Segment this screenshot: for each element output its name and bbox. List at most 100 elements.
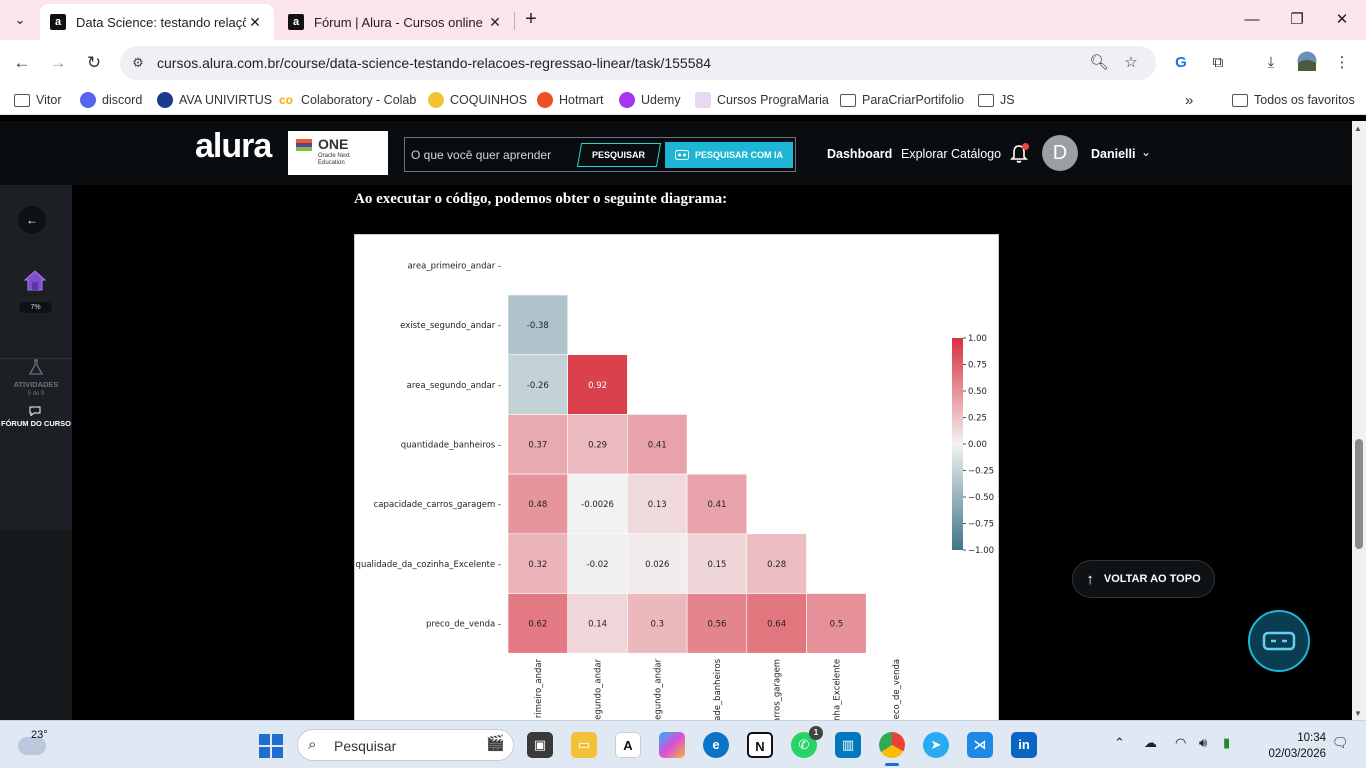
back-button[interactable]: ← xyxy=(9,50,35,76)
bookmark-label: Vitor xyxy=(36,93,62,107)
close-window-button[interactable]: ✕ xyxy=(1330,8,1354,32)
reload-button[interactable]: ↻ xyxy=(81,50,107,76)
linkedin-icon[interactable]: in xyxy=(1011,732,1037,758)
bookmark-vitor[interactable]: Vitor xyxy=(14,90,61,110)
column-tick-label: - arros_garagem xyxy=(773,659,783,720)
battery-icon[interactable]: ▮ xyxy=(1223,735,1230,751)
bookmark-colab[interactable]: co Colaboratory - Colab xyxy=(279,90,416,110)
search-button[interactable]: PESQUISAR xyxy=(576,143,662,167)
one-logo[interactable]: ONE Oracle Next Education xyxy=(288,131,388,175)
menu-kebab-icon[interactable]: ⋮ xyxy=(1330,51,1354,75)
bookmark-udemy[interactable]: Udemy xyxy=(619,90,681,110)
heatmap-value-label: 0.56 xyxy=(707,620,726,630)
extensions-icon[interactable]: ⧉ xyxy=(1206,51,1230,75)
wifi-icon[interactable]: ◠ xyxy=(1175,735,1186,751)
vscode-icon[interactable]: ⋊ xyxy=(967,732,993,758)
clock-date: 02/03/2026 xyxy=(1268,748,1326,760)
translate-icon[interactable]: G xyxy=(1169,51,1193,75)
row-tick-label: capacidade_carros_garagem - xyxy=(374,500,501,510)
colorbar-tick-label: 0.25 xyxy=(968,414,987,424)
bookmark-paracriarportifolio[interactable]: ParaCriarPortifolio xyxy=(840,90,964,110)
scrollbar-thumb[interactable] xyxy=(1355,439,1363,549)
search-button-label: PESQUISAR xyxy=(592,150,646,160)
course-house-icon[interactable] xyxy=(22,267,48,293)
bookmark-label: discord xyxy=(102,93,143,107)
alura-logo[interactable]: alura xyxy=(195,127,272,166)
whatsapp-icon[interactable]: ✆ 1 xyxy=(791,726,823,758)
tab-data-science[interactable]: a Data Science: testando relações ✕ xyxy=(40,4,274,40)
url-text[interactable]: cursos.alura.com.br/course/data-science-… xyxy=(157,55,711,71)
forward-button[interactable]: → xyxy=(45,50,71,76)
tab-forum[interactable]: a Fórum | Alura - Cursos online de ✕ xyxy=(278,4,514,40)
forum-icon[interactable] xyxy=(29,403,41,417)
volume-icon[interactable]: 🔊︎ xyxy=(1199,735,1207,751)
windows-start-icon[interactable] xyxy=(259,734,283,758)
notification-icon[interactable]: 🗨 xyxy=(1332,735,1349,751)
minimize-button[interactable]: — xyxy=(1240,8,1264,32)
zoom-icon[interactable]: 🔍︎ xyxy=(1088,52,1110,74)
system-clock[interactable]: 10:34 02/03/2026 xyxy=(1256,730,1326,762)
profile-avatar[interactable] xyxy=(1295,51,1319,75)
dashboard-link[interactable]: Dashboard xyxy=(827,147,892,161)
chrome-icon[interactable] xyxy=(879,732,905,766)
heatmap-value-label: 0.41 xyxy=(648,440,667,450)
notion-icon[interactable]: N xyxy=(747,732,773,758)
back-arrow-icon[interactable]: ← xyxy=(18,206,46,234)
tab-search-button[interactable]: ⌄ xyxy=(8,8,32,32)
bookmark-label: AVA UNIVIRTUS xyxy=(179,93,273,107)
heatmap-value-label: 0.41 xyxy=(707,500,726,510)
file-explorer-icon[interactable]: ▭ xyxy=(571,732,597,758)
bookmark-ava-univirtus[interactable]: AVA UNIVIRTUS xyxy=(157,90,272,110)
copilot-icon[interactable] xyxy=(659,732,685,758)
page-scrollbar[interactable]: ▲ ▼ xyxy=(1352,121,1366,720)
catalog-link[interactable]: Explorar Catálogo xyxy=(901,147,1001,161)
restore-button[interactable]: ❐ xyxy=(1285,8,1309,32)
bookmark-discord[interactable]: discord xyxy=(80,90,142,110)
ai-assistant-button[interactable] xyxy=(1248,610,1310,672)
tray-onedrive-icon[interactable]: ☁ xyxy=(1144,735,1157,751)
username[interactable]: Danielli xyxy=(1091,147,1135,161)
column-tick-label: - egundo_andar xyxy=(653,658,663,720)
search-ai-button[interactable]: PESQUISAR COM IA xyxy=(665,142,793,168)
new-tab-button[interactable]: + xyxy=(520,8,542,32)
task-view-icon[interactable]: ▣ xyxy=(527,732,553,758)
one-subtitle: Oracle Next Education xyxy=(318,153,350,166)
back-to-top-button[interactable]: ↑ VOLTAR AO TOPO xyxy=(1072,560,1215,598)
temperature[interactable]: 23° xyxy=(31,729,48,741)
search-ai-label: PESQUISAR COM IA xyxy=(694,150,783,160)
scroll-down-icon[interactable]: ▼ xyxy=(1354,709,1362,718)
site-info-icon[interactable]: ⚙ xyxy=(128,53,148,73)
address-bar[interactable]: ⚙ cursos.alura.com.br/course/data-scienc… xyxy=(120,46,1156,80)
taskbar-search-input[interactable]: Pesquisar xyxy=(334,738,396,754)
font-app-icon[interactable]: A xyxy=(615,732,641,758)
tray-chevron-up-icon[interactable]: ⌃ xyxy=(1114,735,1125,751)
search-input[interactable]: O que você quer aprender xyxy=(411,148,551,162)
bookmark-star-icon[interactable]: ☆ xyxy=(1120,52,1142,74)
more-bookmarks-button[interactable]: » xyxy=(1185,90,1193,110)
row-tick-label: quantidade_banheiros - xyxy=(401,440,501,450)
edge-icon[interactable]: e xyxy=(703,732,729,758)
telegram-icon[interactable]: ➤ xyxy=(923,732,949,758)
forum-label[interactable]: FÓRUM DO CURSO xyxy=(0,419,72,429)
flask-icon[interactable] xyxy=(28,359,44,375)
bookmark-programaria[interactable]: Cursos PrograMaria xyxy=(695,90,829,110)
bookmark-js[interactable]: JS xyxy=(978,90,1015,110)
taskbar-search[interactable]: ⌕ Pesquisar 🎬 xyxy=(297,729,514,761)
close-icon[interactable]: ✕ xyxy=(486,14,504,31)
bookmark-hotmart[interactable]: Hotmart xyxy=(537,90,603,110)
heatmap-value-label: -0.26 xyxy=(527,381,549,391)
bookmark-coquinhos[interactable]: COQUINHOS xyxy=(428,90,527,110)
chevron-down-icon[interactable]: ⌄ xyxy=(1141,145,1151,159)
all-bookmarks[interactable]: Todos os favoritos xyxy=(1232,90,1355,110)
close-icon[interactable]: ✕ xyxy=(246,14,264,31)
tab-title: Fórum | Alura - Cursos online de xyxy=(314,14,486,30)
row-tick-label: area_segundo_andar - xyxy=(407,381,501,391)
trello-icon[interactable]: ▥ xyxy=(835,732,861,758)
scroll-up-icon[interactable]: ▲ xyxy=(1354,124,1362,133)
activities-label[interactable]: ATIVIDADES xyxy=(0,380,72,389)
avatar[interactable]: D xyxy=(1042,135,1078,171)
download-icon[interactable]: ⤓ xyxy=(1259,51,1283,75)
heatmap-value-label: 0.15 xyxy=(707,560,726,570)
univirtus-icon xyxy=(157,92,173,108)
bell-icon[interactable] xyxy=(1008,143,1030,165)
